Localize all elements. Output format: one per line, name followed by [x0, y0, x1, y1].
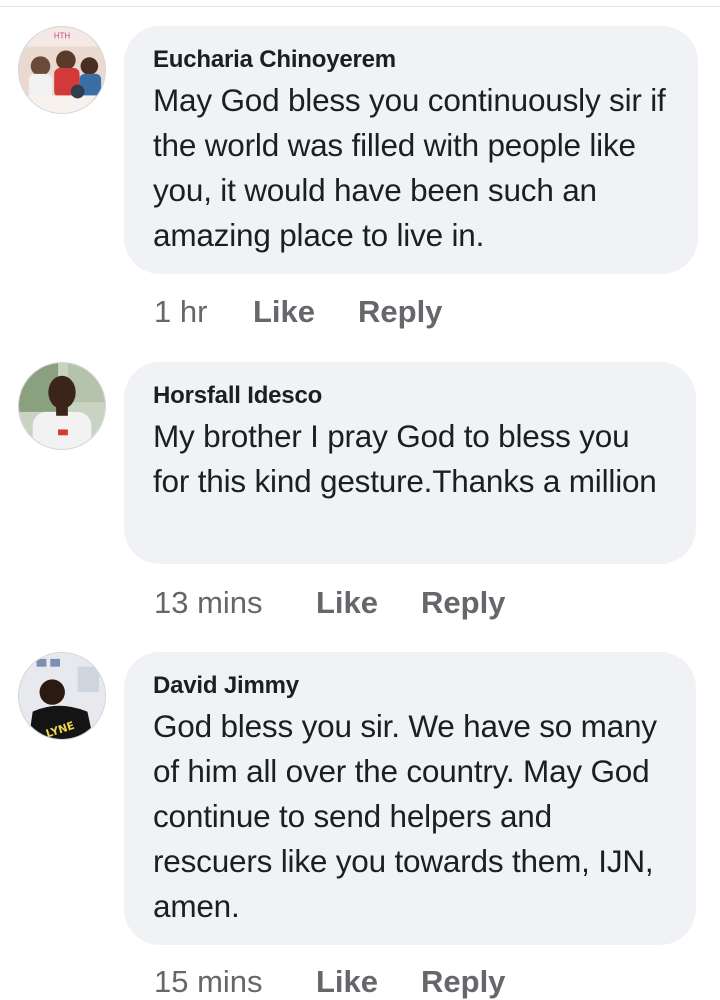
comment-author[interactable]: Eucharia Chinoyerem — [153, 46, 674, 74]
reply-button[interactable]: Reply — [421, 585, 505, 621]
avatar[interactable]: LYNE — [18, 652, 106, 740]
avatar[interactable] — [18, 362, 106, 450]
comment-actions: 13 mins Like Reply — [154, 585, 505, 621]
like-button[interactable]: Like — [253, 294, 358, 330]
comment-text: My brother I pray God to bless you for t… — [153, 418, 657, 499]
comment-author[interactable]: David Jimmy — [153, 672, 672, 700]
reply-button[interactable]: Reply — [421, 964, 505, 1000]
comment-time[interactable]: 1 hr — [154, 294, 253, 330]
comment-actions: 1 hr Like Reply — [154, 294, 442, 330]
comment-text: May God bless you continuously sir if th… — [153, 82, 666, 253]
comment-time[interactable]: 13 mins — [154, 585, 316, 621]
top-divider — [0, 6, 720, 7]
comment-actions: 15 mins Like Reply — [154, 964, 505, 1000]
comment-bubble: Horsfall Idesco My brother I pray God to… — [124, 362, 696, 564]
man-in-jersey-avatar-image: LYNE — [19, 653, 105, 739]
like-button[interactable]: Like — [316, 964, 421, 1000]
comment-text: God bless you sir. We have so many of hi… — [153, 708, 657, 924]
like-button[interactable]: Like — [316, 585, 421, 621]
avatar[interactable]: HTH — [18, 26, 106, 114]
group-photo-avatar-image: HTH — [19, 27, 105, 113]
svg-text:HTH: HTH — [54, 32, 71, 41]
comment-bubble: David Jimmy God bless you sir. We have s… — [124, 652, 696, 945]
man-in-white-shirt-avatar-image — [19, 363, 105, 449]
reply-button[interactable]: Reply — [358, 294, 442, 330]
comment-author[interactable]: Horsfall Idesco — [153, 382, 672, 410]
comment-time[interactable]: 15 mins — [154, 964, 316, 1000]
comment-bubble: Eucharia Chinoyerem May God bless you co… — [124, 26, 698, 274]
